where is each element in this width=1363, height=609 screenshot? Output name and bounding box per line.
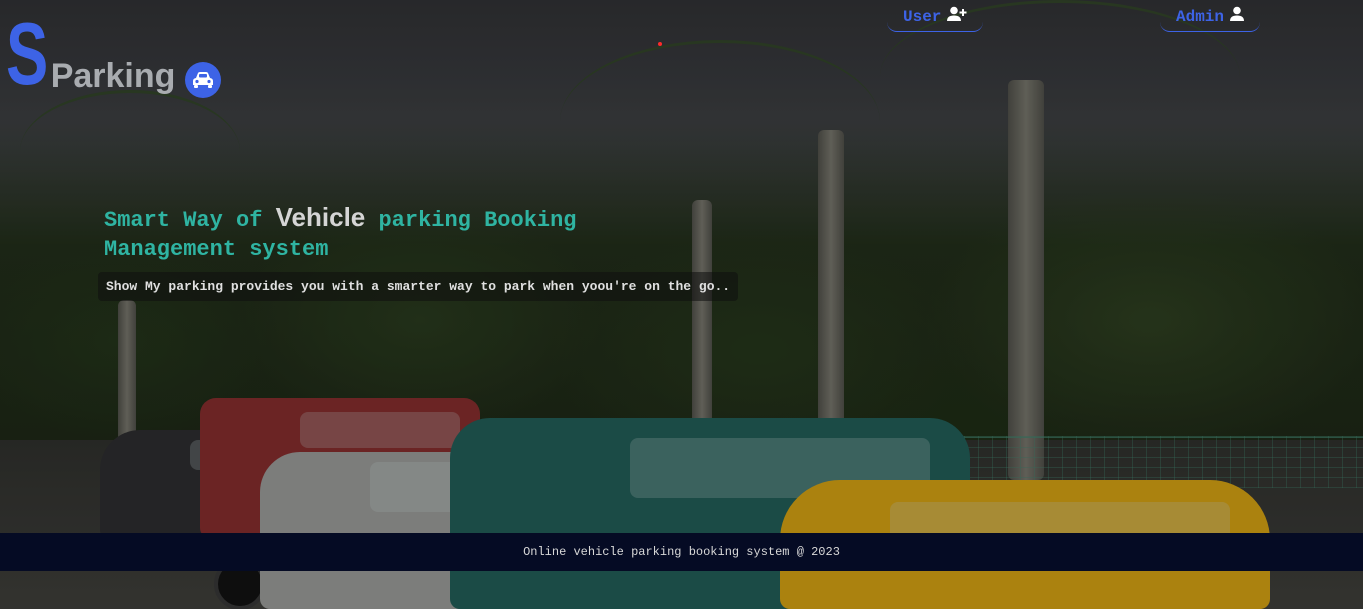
footer: Online vehicle parking booking system @ … bbox=[0, 533, 1363, 571]
hero-tagline: Show My parking provides you with a smar… bbox=[98, 272, 739, 301]
brand-logo[interactable]: S Parking bbox=[6, 4, 222, 103]
car-icon bbox=[185, 62, 222, 98]
hero-title-part1: Smart Way of bbox=[104, 208, 276, 233]
logo-letter: S bbox=[6, 4, 49, 103]
hero-title: Smart Way of Vehicle parking Booking Man… bbox=[104, 203, 694, 264]
user-link[interactable]: User bbox=[887, 6, 984, 32]
admin-link-label: Admin bbox=[1176, 7, 1225, 26]
user-icon bbox=[1230, 6, 1245, 27]
indicator-dot bbox=[658, 42, 662, 46]
footer-text: Online vehicle parking booking system @ … bbox=[523, 545, 840, 559]
user-plus-icon bbox=[947, 6, 967, 27]
admin-link[interactable]: Admin bbox=[1160, 6, 1261, 32]
hero-title-strong: Vehicle bbox=[275, 202, 366, 232]
user-link-label: User bbox=[903, 7, 942, 26]
logo-name: Parking bbox=[50, 57, 176, 95]
